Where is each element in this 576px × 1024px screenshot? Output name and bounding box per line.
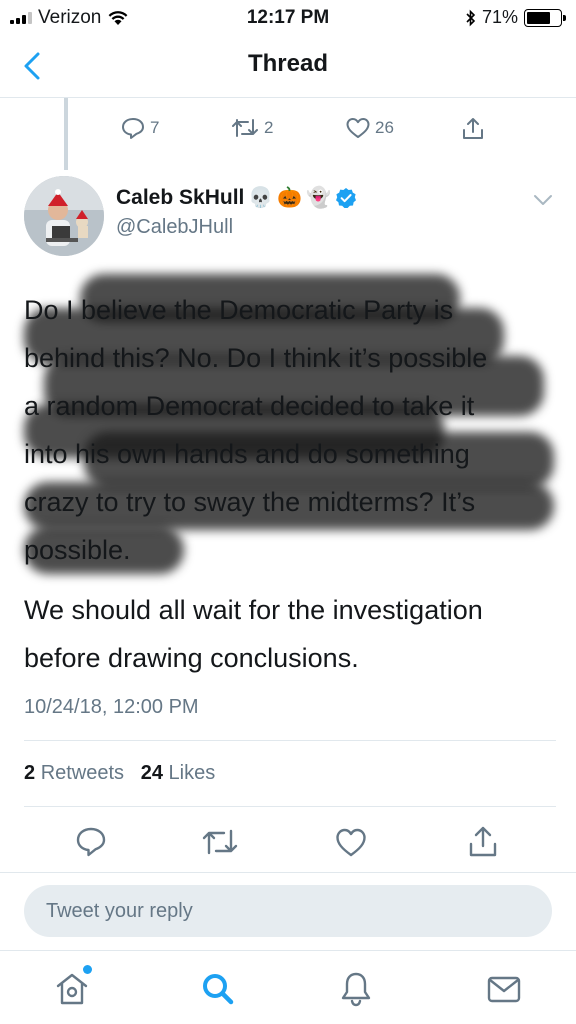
search-icon (203, 974, 234, 1005)
prev-like-button[interactable]: 26 (345, 116, 394, 140)
home-icon (56, 973, 88, 1005)
divider (24, 806, 556, 807)
reply-bar (0, 872, 576, 948)
tweet-line: crazy to try to sway the midterms? It’s (24, 487, 476, 517)
share-icon (463, 118, 483, 139)
ghost-emoji-icon: 👻 (306, 187, 332, 209)
retweets-stat[interactable]: 2 Retweets (24, 762, 124, 784)
reply-input[interactable] (24, 885, 552, 937)
likes-stat[interactable]: 24 Likes (141, 762, 216, 784)
bell-icon (341, 972, 371, 1007)
tab-home[interactable] (52, 965, 92, 1009)
pumpkin-emoji-icon: 🎃 (277, 187, 303, 209)
status-bar: Verizon 12:17 PM 71% (0, 0, 576, 34)
tweet-line: We should all wait for the investigation (24, 595, 483, 625)
reply-icon (122, 118, 144, 139)
heart-icon[interactable] (334, 824, 368, 860)
verified-badge-icon (336, 187, 357, 208)
prev-retweet-button[interactable]: 2 (230, 116, 273, 140)
tab-search[interactable] (198, 969, 238, 1009)
prev-reply-count: 7 (150, 118, 160, 137)
share-icon[interactable] (466, 824, 500, 860)
bluetooth-icon (466, 9, 476, 26)
author-name-row[interactable]: Caleb SkHull 💀 🎃 👻 (116, 185, 357, 210)
tweet-paragraph-1-lines: Do I believe the Democratic Party is beh… (24, 286, 564, 574)
tweet-line: before drawing conclusions. (24, 643, 359, 673)
battery-percent: 71% (481, 7, 518, 27)
tweet-actions (0, 824, 576, 864)
prev-like-count: 26 (375, 118, 394, 137)
retweets-count: 2 (24, 762, 36, 784)
nav-bar: Thread (0, 34, 576, 98)
mail-icon (487, 976, 521, 1003)
retweet-icon (232, 119, 258, 137)
likes-label: Likes (168, 762, 216, 784)
avatar[interactable] (24, 176, 104, 256)
tweet-line: a random Democrat decided to take it (24, 391, 475, 421)
tab-notifications[interactable] (336, 969, 376, 1009)
tweet-timestamp: 10/24/18, 12:00 PM (24, 696, 199, 718)
tweet-paragraph-1: Do I believe the Democratic Party is beh… (24, 274, 564, 574)
battery-fill (527, 11, 550, 24)
tweet-line: Do I believe the Democratic Party is (24, 295, 454, 325)
reply-icon[interactable] (74, 824, 108, 860)
page-title: Thread (247, 50, 328, 77)
notification-dot (83, 965, 92, 974)
bottom-tab-bar (0, 950, 576, 1024)
retweet-icon[interactable] (200, 824, 240, 860)
battery-group: 71% (466, 7, 566, 28)
chevron-down-icon[interactable] (532, 192, 554, 208)
skull-emoji-icon: 💀 (248, 187, 274, 209)
prev-share-button[interactable] (460, 116, 486, 142)
heart-icon (346, 118, 370, 138)
author-handle[interactable]: @CalebJHull (116, 216, 233, 239)
previous-tweet-actions: 7 2 26 (0, 112, 576, 148)
battery-icon (524, 8, 566, 27)
tweet-paragraph-2: We should all wait for the investigation… (24, 586, 564, 682)
retweets-label: Retweets (40, 762, 125, 784)
author-name: Caleb SkHull (116, 185, 245, 209)
prev-retweet-count: 2 (264, 118, 274, 137)
likes-count: 24 (140, 762, 163, 784)
prev-reply-button[interactable]: 7 (120, 116, 159, 140)
divider (24, 740, 556, 741)
engagement-stats: 2 Retweets 24 Likes (24, 762, 215, 785)
tab-messages[interactable] (484, 969, 524, 1009)
tweet-line: into his own hands and do something (24, 439, 470, 469)
tweet-line: possible. (24, 535, 131, 565)
tweet-line: behind this? No. Do I think it’s possibl… (24, 343, 488, 373)
avatar-image (24, 176, 104, 256)
